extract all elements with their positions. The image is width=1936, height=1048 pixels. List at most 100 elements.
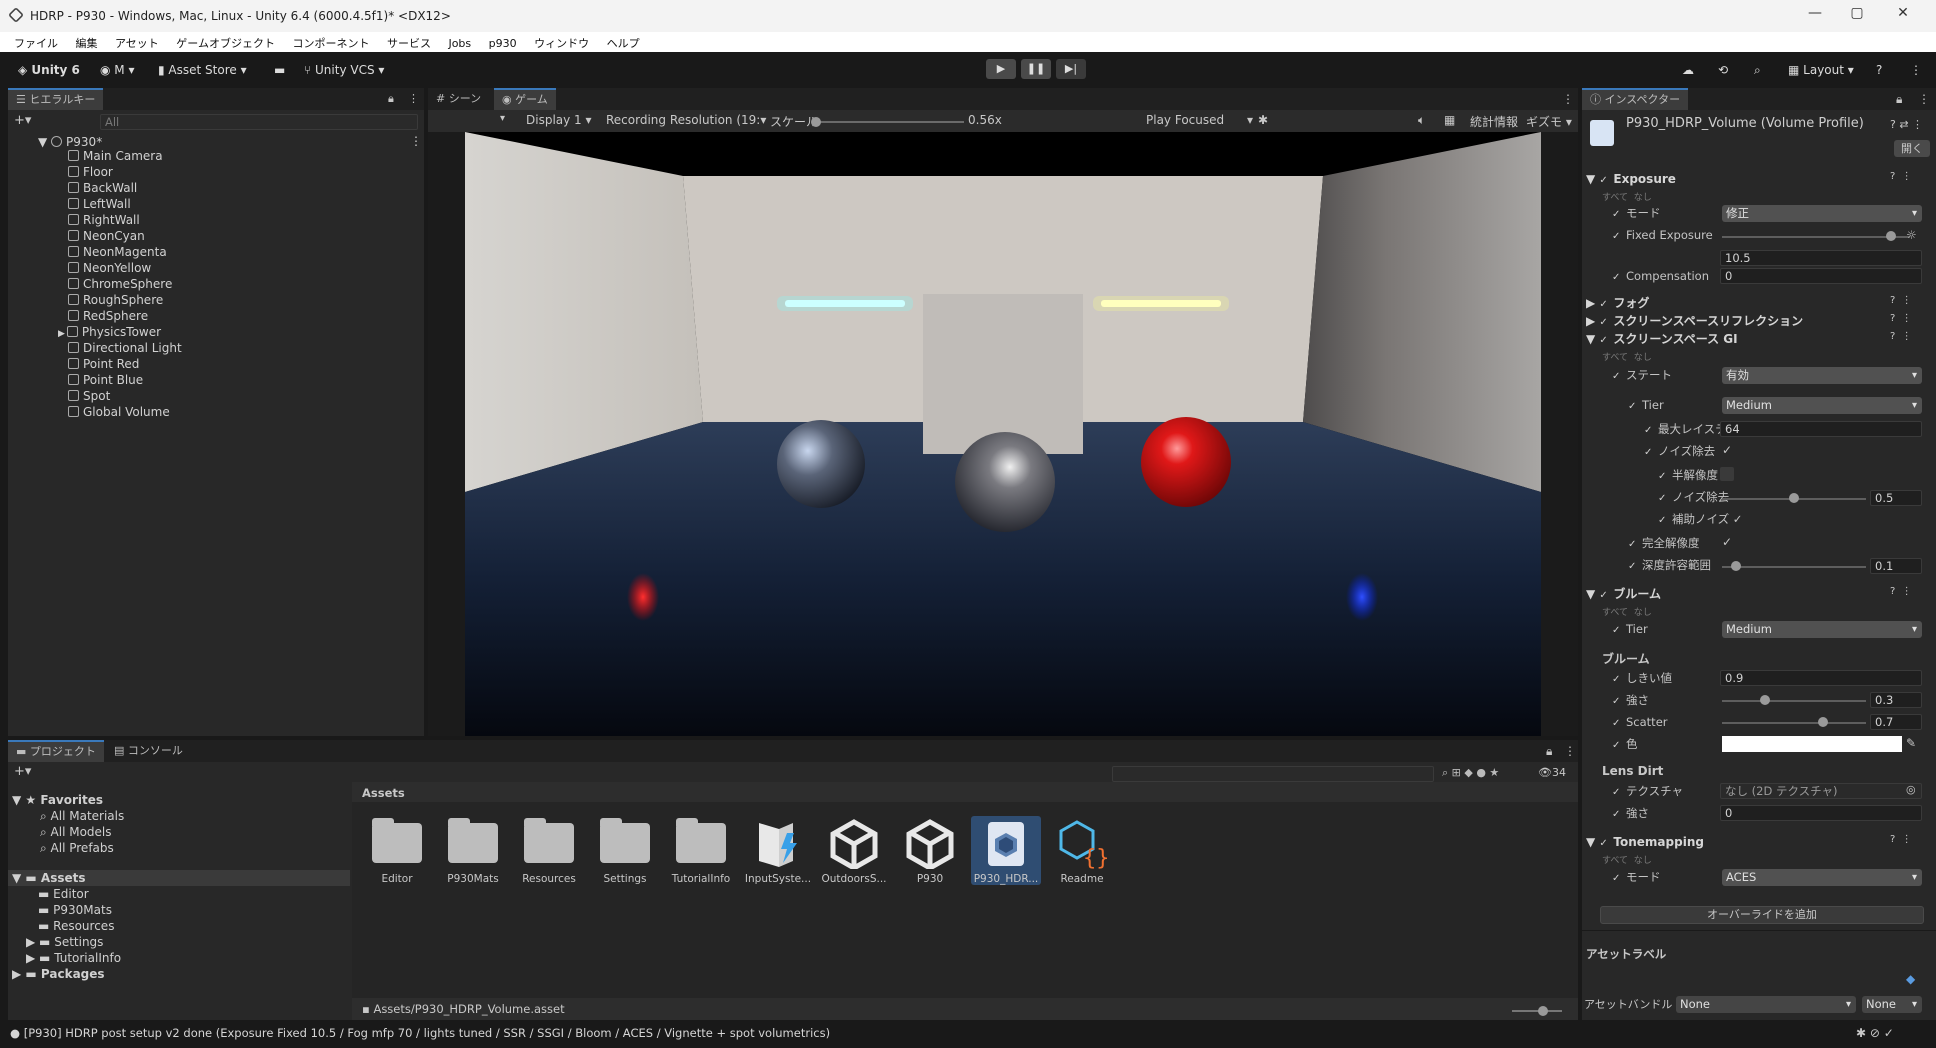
game-dropdown-icon[interactable]: ▾ xyxy=(500,113,505,124)
stats-button[interactable]: 統計情報 xyxy=(1470,113,1518,130)
full-res-checkbox[interactable]: ✓ xyxy=(1722,535,1732,549)
hierarchy-item[interactable]: Point Blue xyxy=(68,372,408,388)
play-focused-dropdown[interactable]: Play Focused ▾ xyxy=(1146,113,1253,127)
asset-editor[interactable]: Editor xyxy=(362,818,432,885)
tonemapping-header[interactable]: ▼ ✓ Tonemapping xyxy=(1586,833,1926,851)
project-more-icon[interactable]: ⋮ xyxy=(1564,744,1576,758)
project-add-icon[interactable]: +▾ xyxy=(14,764,31,779)
exposure-all-none[interactable]: すべて なし xyxy=(1602,190,1652,203)
max-ray-field[interactable]: 64 xyxy=(1720,421,1922,437)
exposure-header[interactable]: ▼ ✓ Exposure xyxy=(1586,170,1926,188)
asset-inputsystem[interactable]: InputSyste... xyxy=(743,819,813,885)
hierarchy-item[interactable]: Point Red xyxy=(68,356,408,372)
history-icon[interactable]: ⟲ xyxy=(1714,60,1732,80)
dirt-intensity-field[interactable]: 0 xyxy=(1720,805,1922,821)
intensity-field[interactable]: 0.3 xyxy=(1870,692,1922,708)
asset-p930-hdrp-volume[interactable]: P930_HDR... xyxy=(971,816,1041,885)
exposure-help-icon[interactable]: ? ⋮ xyxy=(1890,171,1912,182)
exposure-mode-dropdown[interactable]: 修正 xyxy=(1722,205,1922,222)
tab-project[interactable]: ▬ プロジェクト xyxy=(8,740,104,762)
pause-button[interactable]: ❚❚ xyxy=(1021,59,1051,79)
scatter-slider[interactable] xyxy=(1722,722,1866,724)
menu-help[interactable]: ヘルプ xyxy=(607,35,640,51)
add-icon[interactable]: +▾ xyxy=(14,113,31,128)
asset-variant-dropdown[interactable]: None xyxy=(1862,996,1922,1013)
hierarchy-search-input[interactable]: All xyxy=(100,114,418,130)
settings-icon[interactable]: ⋮ xyxy=(1906,60,1926,80)
asset-resources[interactable]: Resources xyxy=(514,818,584,885)
game-more-icon[interactable]: ⋮ xyxy=(1562,92,1574,106)
hierarchy-item[interactable]: BackWall xyxy=(68,180,408,196)
unity-account-button[interactable]: ◈ Unity 6 xyxy=(14,60,84,80)
intensity-slider[interactable] xyxy=(1722,700,1866,702)
ssr-header[interactable]: ▶ ✓ スクリーンスペースリフレクション xyxy=(1586,312,1926,330)
hierarchy-item[interactable]: ▶ PhysicsTower xyxy=(58,324,398,340)
close-button[interactable]: ✕ xyxy=(1883,5,1923,27)
lock-icon[interactable]: 🔒︎ xyxy=(388,92,394,106)
tonemapping-help-icon[interactable]: ? ⋮ xyxy=(1890,834,1912,845)
asset-tutorialinfo[interactable]: TutorialInfo xyxy=(666,818,736,885)
scale-knob[interactable] xyxy=(811,117,821,127)
scene-more-icon[interactable]: ⋮ xyxy=(410,134,422,148)
depth-slider[interactable] xyxy=(1722,566,1866,568)
ssgi-header[interactable]: ▼ ✓ スクリーンスペース GI xyxy=(1586,330,1926,348)
resolution-dropdown[interactable]: Recording Resolution (19:▾ xyxy=(606,113,766,127)
hierarchy-item[interactable]: NeonMagenta xyxy=(68,244,408,260)
folder-tutorialinfo[interactable]: ▶ ▬ TutorialInfo xyxy=(26,950,121,966)
half-res-checkbox[interactable] xyxy=(1720,467,1734,481)
hierarchy-item[interactable]: ChromeSphere xyxy=(68,276,408,292)
account-button[interactable]: ◉ M ▾ xyxy=(96,60,139,80)
cloud-save-icon[interactable]: ▬ xyxy=(270,60,289,80)
ssgi-all-none[interactable]: すべて なし xyxy=(1602,350,1652,363)
menu-assets[interactable]: アセット xyxy=(115,35,159,51)
compensation-field[interactable]: 0 xyxy=(1720,268,1922,284)
scatter-field[interactable]: 0.7 xyxy=(1870,714,1922,730)
menu-p930[interactable]: p930 xyxy=(489,37,517,50)
hierarchy-item[interactable]: LeftWall xyxy=(68,196,408,212)
help-icon[interactable]: ? xyxy=(1872,60,1886,80)
tonemapping-all-none[interactable]: すべて なし xyxy=(1602,853,1652,866)
favorites-node[interactable]: ▼ ★ Favorites xyxy=(12,792,103,808)
fog-help-icon[interactable]: ? ⋮ xyxy=(1890,295,1912,306)
hierarchy-item[interactable]: Global Volume xyxy=(68,404,408,420)
project-search-input[interactable] xyxy=(1112,766,1434,782)
tab-console[interactable]: ▤ コンソール xyxy=(106,740,191,762)
folder-settings[interactable]: ▶ ▬ Settings xyxy=(26,934,103,950)
inspector-lock-icon[interactable]: 🔒︎ xyxy=(1896,92,1902,107)
sun-icon[interactable]: ☼ xyxy=(1906,228,1917,242)
inspector-header-icons[interactable]: ? ⇄ ⋮ xyxy=(1890,118,1923,131)
threshold-field[interactable]: 0.9 xyxy=(1720,670,1922,686)
status-message[interactable]: ● [P930] HDRP post setup v2 done (Exposu… xyxy=(10,1026,830,1040)
object-picker-icon[interactable]: ◎ xyxy=(1906,783,1916,796)
hierarchy-item[interactable]: NeonYellow xyxy=(68,260,408,276)
hierarchy-item[interactable]: RightWall xyxy=(68,212,408,228)
project-lock-icon[interactable]: 🔒︎ xyxy=(1546,744,1552,759)
add-override-button[interactable]: オーバーライドを追加 xyxy=(1600,906,1924,924)
more-icon[interactable]: ⋮ xyxy=(408,92,419,105)
fav-all-prefabs[interactable]: ⌕ All Prefabs xyxy=(40,840,114,856)
bloom-header[interactable]: ▼ ✓ ブルーム xyxy=(1586,585,1926,603)
open-button[interactable]: 開く xyxy=(1894,140,1930,157)
fav-all-models[interactable]: ⌕ All Models xyxy=(40,824,112,840)
folder-editor[interactable]: ▬ Editor xyxy=(38,886,89,902)
display-dropdown[interactable]: Display 1 ▾ xyxy=(526,113,592,127)
fixed-exposure-field[interactable]: 10.5 xyxy=(1720,250,1922,266)
zoom-knob[interactable] xyxy=(1538,1006,1548,1016)
minimize-button[interactable]: — xyxy=(1795,5,1835,27)
fixed-exposure-slider[interactable] xyxy=(1722,236,1910,238)
texture-field[interactable]: なし (2D テクスチャ) xyxy=(1720,783,1922,799)
folder-p930mats[interactable]: ▬ P930Mats xyxy=(38,902,112,918)
status-icons[interactable]: ✱ ⊘ ✓ xyxy=(1856,1026,1894,1040)
hierarchy-item[interactable]: NeonCyan xyxy=(68,228,408,244)
maximize-button[interactable]: ▢ xyxy=(1837,5,1877,27)
menu-gameobject[interactable]: ゲームオブジェクト xyxy=(176,35,275,51)
zoom-slider[interactable] xyxy=(1512,1010,1562,1012)
label-tag-icon[interactable]: ◆ xyxy=(1906,972,1915,986)
ssgi-help-icon[interactable]: ? ⋮ xyxy=(1890,331,1912,342)
scale-slider[interactable] xyxy=(814,121,964,123)
vcs-button[interactable]: ⑂ Unity VCS ▾ xyxy=(300,60,388,80)
scatter-knob[interactable] xyxy=(1817,717,1828,727)
menu-component[interactable]: コンポーネント xyxy=(292,35,369,51)
asset-bundle-dropdown[interactable]: None xyxy=(1676,996,1856,1013)
bloom-help-icon[interactable]: ? ⋮ xyxy=(1890,586,1912,597)
